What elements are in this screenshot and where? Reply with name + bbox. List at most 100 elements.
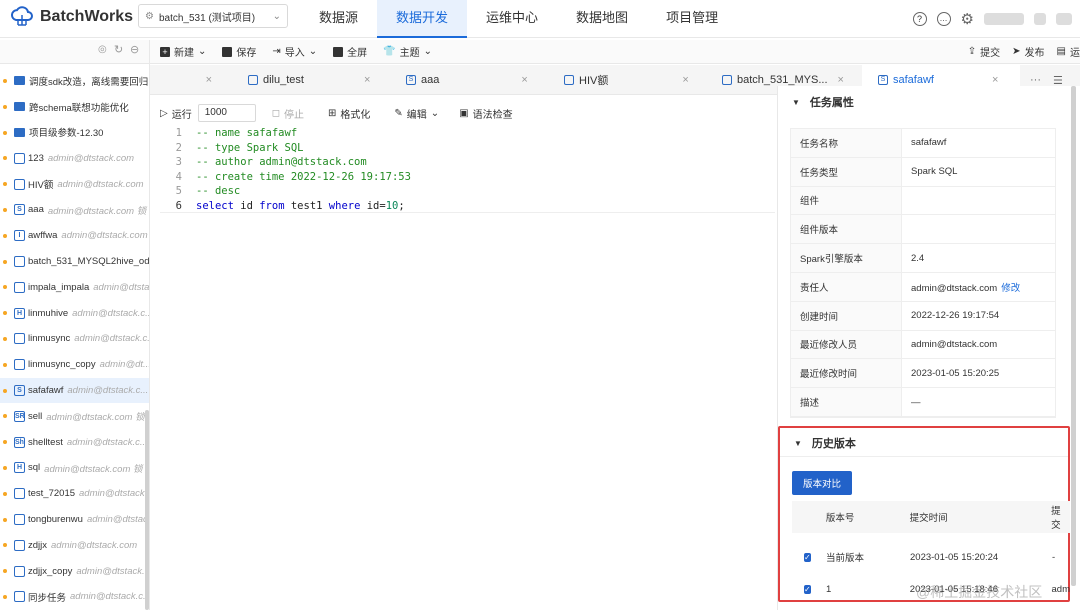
theme-button[interactable]: 👕 主题 ⌄ (383, 44, 432, 59)
close-icon[interactable]: × (364, 74, 370, 86)
item-owner: admin@dtstack.c... (66, 436, 148, 448)
file-type-icon (14, 333, 25, 345)
tab-label: aaa (421, 74, 440, 86)
file-item[interactable]: zdjjx admin@dtstack.com (0, 532, 149, 558)
code-line: 2 -- type Spark SQL (160, 141, 775, 156)
nav-data-dev[interactable]: 数据开发 (377, 0, 468, 38)
logo[interactable]: BatchWorks (10, 6, 133, 28)
prop-key: 组件版本 (791, 215, 902, 244)
file-item[interactable]: linmusync_copy admin@dt... (0, 352, 149, 378)
stop-button[interactable]: ◻ 停止 (272, 106, 304, 121)
code-editor[interactable]: 1 -- name safafawf 2 -- type Spark SQL 3 --… (160, 126, 775, 213)
refresh-icon[interactable]: ↻ (114, 43, 123, 56)
user-info-blurred[interactable] (984, 13, 1024, 25)
file-item[interactable]: linmusync admin@dtstack.c... (0, 326, 149, 352)
fullscreen-button[interactable]: 全屏 (333, 44, 367, 59)
main-nav: 数据源 数据开发 运维中心 数据地图 项目管理 (300, 0, 737, 38)
edit-dropdown[interactable]: ✎ 编辑 ⌄ (394, 106, 439, 121)
file-item[interactable]: Hlinmuhive admin@dtstack.c... (0, 300, 149, 326)
file-item[interactable]: Sh shelltest admin@dtstack.c... (0, 429, 149, 455)
file-type-icon: I (14, 230, 25, 242)
folder-item[interactable]: 调度sdk改造，离线需要回归 (0, 68, 149, 94)
close-icon[interactable]: × (838, 74, 844, 86)
version-compare-button[interactable]: 版本对比 (792, 471, 853, 495)
prop-value: Spark SQL (911, 166, 958, 178)
modify-owner-link[interactable]: 修改 (1001, 283, 1020, 294)
close-icon[interactable]: × (521, 74, 527, 86)
item-owner: admin@dtstack... (76, 565, 149, 577)
close-icon[interactable]: × (682, 74, 688, 86)
run-button[interactable]: ▷ 运行 (160, 106, 192, 121)
file-item[interactable]: test_72015admin@dtstack.c... (0, 481, 149, 507)
tab-aaa[interactable]: Saaa × (406, 65, 536, 95)
project-select[interactable]: ⚙ batch_531 (测试项目) ⌄ (138, 4, 288, 28)
table-row[interactable]: ✓ 当前版本 2023-01-05 15:20:24 - (792, 541, 1070, 573)
list-icon[interactable]: ☰ (1053, 74, 1063, 87)
time-cell: 2023-01-05 15:20:24 (910, 551, 999, 563)
item-name: 同步任务 (28, 592, 67, 604)
lang-blurred[interactable] (1056, 13, 1072, 25)
settings-icon[interactable]: ⚙ (961, 10, 974, 28)
panel-scrollbar[interactable] (1071, 86, 1076, 586)
item-owner: admin@dtstack.c... (93, 281, 149, 293)
prop-key: 描述 (791, 388, 902, 416)
close-icon[interactable]: × (992, 74, 998, 86)
file-item[interactable]: zdjjx_copy admin@dtstack... (0, 558, 149, 584)
close-icon[interactable]: × (206, 74, 212, 86)
file-item[interactable]: tongburenwu admin@dtstac... (0, 507, 149, 533)
file-icon (248, 75, 258, 85)
item-name: safafawf (28, 384, 64, 396)
row-checkbox[interactable]: ✓ (804, 584, 811, 594)
tab-hiv[interactable]: HIV额 × (564, 65, 694, 95)
tab-label: safafawf (893, 74, 934, 86)
help-icon[interactable]: ? (912, 12, 927, 26)
folder-item[interactable]: 跨schema联想功能优化 (0, 94, 149, 120)
history-section-header[interactable]: ▼ 历史版本 (780, 429, 1068, 457)
folder-icon (14, 76, 25, 86)
file-item[interactable]: Iawffwa admin@dtstack.com (0, 223, 149, 249)
props-section-header[interactable]: ▼ 任务属性 (778, 88, 1080, 116)
prop-key: 任务类型 (791, 157, 902, 186)
new-button[interactable]: + 新建 ⌄ (160, 44, 206, 59)
file-item[interactable]: 同步任务 admin@dtstack.c... (0, 584, 149, 610)
row-limit-input[interactable]: 1000 (197, 104, 256, 122)
history-section: ▼ 历史版本 版本对比 版本号 提交时间 提交 ✓ 当前版本 2023-01-0… (778, 426, 1070, 602)
item-name: 调度sdk改造，离线需要回归 (29, 76, 149, 88)
tab-dilu-test[interactable]: dilu_test × (248, 65, 378, 95)
user-avatar-blurred[interactable] (1034, 13, 1046, 25)
import-button[interactable]: ⇥ 导入 ⌄ (272, 44, 317, 59)
nav-ops-center[interactable]: 运维中心 (467, 0, 557, 38)
more-icon[interactable]: ··· (1030, 74, 1041, 86)
format-button[interactable]: ⊞ 格式化 (328, 106, 370, 121)
tab-unnamed[interactable]: × (150, 65, 218, 95)
file-item[interactable]: HIV额 admin@dtstack.com (0, 171, 149, 197)
submit-button[interactable]: ⇪ 提交 (968, 44, 1000, 59)
format-icon: ⊞ (328, 107, 337, 119)
nav-datasource[interactable]: 数据源 (300, 0, 377, 38)
sidebar-scrollbar[interactable] (145, 410, 149, 610)
folder-icon (14, 102, 25, 112)
file-type-icon (14, 591, 25, 603)
file-item[interactable]: 123 admin@dtstack.com (0, 145, 149, 171)
file-item[interactable]: SR sell admin@dtstack.com 锁 (0, 403, 149, 429)
syntax-check-button[interactable]: ▣ 语法检查 (459, 106, 512, 121)
collapse-icon[interactable]: ⊖ (130, 43, 139, 56)
file-item[interactable]: Saaa admin@dtstack.com 锁 (0, 197, 149, 223)
row-checkbox[interactable]: ✓ (804, 552, 811, 562)
prop-key: Spark引擎版本 (791, 244, 902, 272)
locate-icon[interactable]: ◎ (98, 44, 107, 55)
prop-row: 创建时间 2022-12-26 19:17:54 (791, 301, 1055, 331)
file-item[interactable]: Ssafafawf admin@dtstack.c... (0, 377, 149, 404)
item-name: tongburenwu (28, 513, 83, 525)
folder-item[interactable]: 项目级参数-12.30 (0, 120, 149, 146)
publish-button[interactable]: ➤ 发布 (1012, 44, 1044, 59)
item-owner: admin@dtstack.com (61, 230, 148, 242)
nav-project-mgmt[interactable]: 项目管理 (647, 0, 737, 38)
file-item[interactable]: Hsql admin@dtstack.com 锁 (0, 455, 149, 481)
save-button[interactable]: 保存 (222, 44, 256, 59)
message-icon[interactable]: … (936, 12, 951, 26)
file-item[interactable]: batch_531_MYSQL2hive_od (0, 249, 149, 275)
nav-data-map[interactable]: 数据地图 (557, 0, 647, 38)
file-item[interactable]: impala_impalaadmin@dtstack.c... (0, 274, 149, 300)
ops-button[interactable]: ▤ 运 (1057, 44, 1080, 59)
